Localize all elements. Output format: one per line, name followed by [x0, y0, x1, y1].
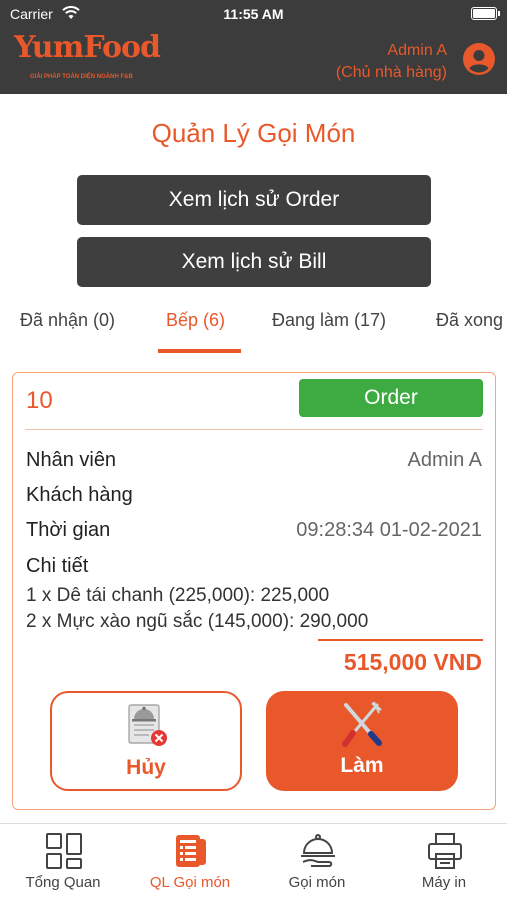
order-number: 10: [26, 387, 53, 414]
tab-received[interactable]: Đã nhận (0): [20, 310, 115, 331]
make-button[interactable]: Làm: [266, 691, 458, 791]
order-total: 515,000 VND: [343, 649, 482, 675]
status-bar: Carrier 11:55 AM: [0, 0, 507, 28]
tab-in-progress[interactable]: Đang làm (17): [272, 310, 386, 331]
nav-place-order[interactable]: Gọi món: [254, 824, 380, 900]
yumfood-logo: YumFood GIẢI PHÁP TOÀN DIỆN NGÀNH F&B: [14, 30, 164, 88]
user-avatar-icon[interactable]: [463, 43, 495, 75]
nav-overview-label: Tổng Quan: [25, 874, 101, 891]
time-label: Thời gian: [26, 519, 111, 541]
user-role: (Chủ nhà hàng): [335, 64, 447, 81]
cancel-order-icon: [123, 703, 173, 751]
nav-order-management[interactable]: QL Gọi món: [127, 824, 253, 900]
order-management-icon: [172, 832, 210, 870]
status-tabs: Đã nhận (0) Bếp (6) Đang làm (17) Đã xon…: [0, 300, 507, 354]
logo-text: YumFood: [14, 30, 161, 65]
staff-value: Admin A: [407, 449, 482, 471]
top-bar: Carrier 11:55 AM YumFood GIẢI PHÁP TOÀN …: [0, 0, 507, 94]
make-button-label: Làm: [340, 754, 384, 777]
customer-label: Khách hàng: [26, 484, 133, 506]
cancel-button-label: Hủy: [126, 756, 166, 779]
order-history-button[interactable]: Xem lịch sử Order: [77, 175, 431, 225]
nav-overview[interactable]: Tổng Quan: [0, 824, 126, 900]
active-tab-indicator: [158, 349, 241, 353]
user-name: Admin A: [387, 42, 447, 59]
bill-history-button[interactable]: Xem lịch sử Bill: [77, 237, 431, 287]
total-divider: [318, 639, 483, 641]
cooking-utensils-icon: [337, 701, 387, 749]
user-info[interactable]: Admin A (Chủ nhà hàng): [336, 40, 447, 84]
cancel-button[interactable]: Hủy: [50, 691, 242, 791]
staff-label: Nhân viên: [26, 449, 117, 471]
tab-kitchen[interactable]: Bếp (6): [166, 310, 225, 331]
nav-order-management-label: QL Gọi món: [149, 874, 231, 891]
tab-done[interactable]: Đã xong: [436, 310, 503, 331]
clock: 11:55 AM: [223, 6, 284, 22]
battery-icon: [471, 7, 500, 20]
printer-icon: [426, 832, 464, 870]
order-card: 10 Order Nhân viên Admin A Khách hàng Th…: [12, 372, 496, 810]
time-value: 09:28:34 01-02-2021: [296, 519, 482, 541]
nav-printer-label: Máy in: [421, 874, 467, 891]
nav-printer[interactable]: Máy in: [381, 824, 507, 900]
dashboard-icon: [45, 832, 83, 870]
nav-place-order-label: Gọi món: [288, 874, 346, 891]
detail-label: Chi tiết: [26, 555, 89, 577]
order-item: 1 x Dê tái chanh (225,000): 225,000: [26, 585, 330, 606]
divider: [25, 429, 483, 430]
bottom-navigation: Tổng Quan QL Gọi món Gọi món Máy in: [0, 823, 507, 900]
page-title: Quản Lý Gọi Món: [151, 118, 356, 148]
logo-tagline: GIẢI PHÁP TOÀN DIỆN NGÀNH F&B: [30, 74, 133, 80]
order-status-badge: Order: [299, 379, 483, 417]
order-item: 2 x Mực xào ngũ sắc (145,000): 290,000: [26, 611, 369, 632]
food-cloche-icon: [299, 832, 337, 870]
